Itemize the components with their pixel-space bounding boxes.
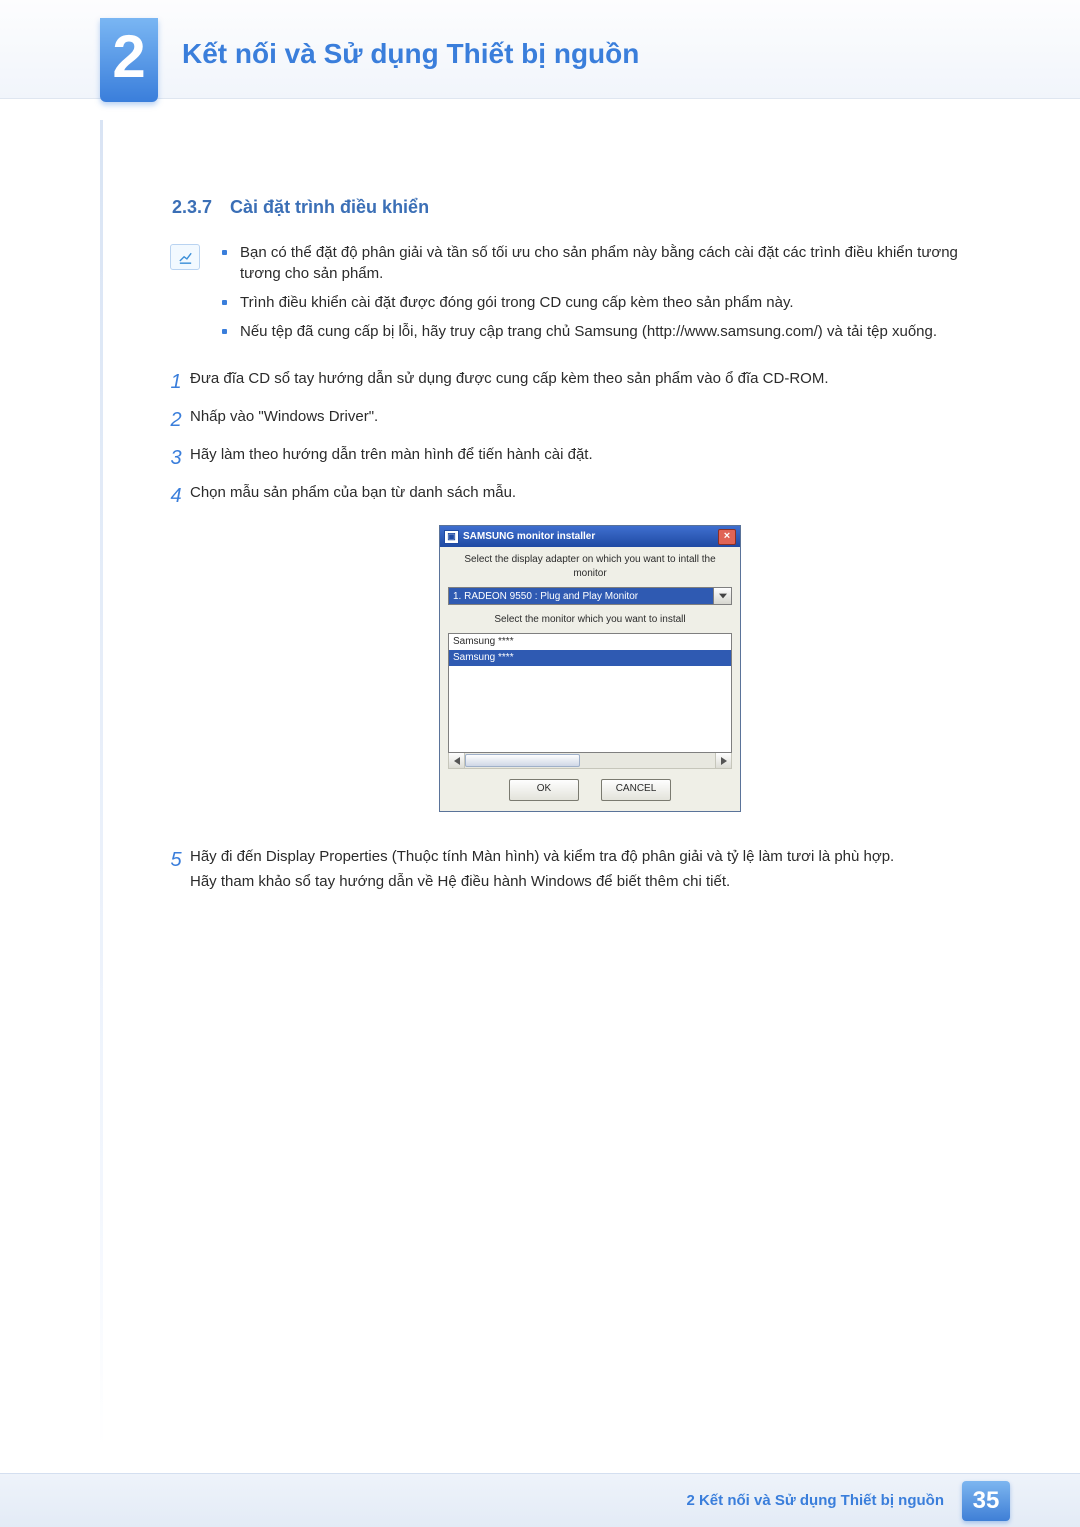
- content-area: 2.3.7 Cài đặt trình điều khiển Bạn có thể…: [170, 99, 990, 892]
- left-vertical-rule: [100, 120, 103, 1449]
- ok-button[interactable]: OK: [509, 779, 579, 801]
- step-text: Đưa đĩa CD sổ tay hướng dẫn sử dụng được…: [190, 368, 990, 389]
- step-number: 1: [162, 368, 190, 396]
- step-text: Hãy làm theo hướng dẫn trên màn hình để …: [190, 444, 990, 465]
- page-number-badge: 35: [962, 1481, 1010, 1521]
- step-body: Hãy đi đến Display Properties (Thuộc tín…: [190, 846, 990, 892]
- scroll-right-button[interactable]: [715, 753, 731, 768]
- chapter-number-badge: 2: [100, 18, 158, 102]
- step-number: 5: [162, 846, 190, 874]
- note-icon: [170, 244, 200, 270]
- app-icon: ▣: [444, 530, 459, 544]
- section-heading: 2.3.7 Cài đặt trình điều khiển: [172, 195, 990, 220]
- monitor-label: Select the monitor which you want to ins…: [448, 613, 732, 627]
- adapter-combobox[interactable]: 1. RADEON 9550 : Plug and Play Monitor: [448, 587, 732, 605]
- info-bullet-item: Trình điều khiển cài đặt được đóng gói t…: [222, 292, 990, 313]
- list-item-selected[interactable]: Samsung ****: [449, 650, 731, 666]
- section-title: Cài đặt trình điều khiển: [230, 197, 429, 217]
- section-number: 2.3.7: [172, 197, 212, 217]
- step-number: 4: [162, 482, 190, 510]
- adapter-selected-value: 1. RADEON 9550 : Plug and Play Monitor: [448, 587, 713, 605]
- info-bullet-item: Nếu tệp đã cung cấp bị lỗi, hãy truy cập…: [222, 321, 990, 342]
- step-number: 2: [162, 406, 190, 434]
- adapter-label: Select the display adapter on which you …: [448, 553, 732, 581]
- step-item: 4 Chọn mẫu sản phẩm của bạn từ danh sách…: [162, 482, 990, 836]
- horizontal-scrollbar[interactable]: [448, 753, 732, 769]
- info-note-block: Bạn có thể đặt độ phân giải và tần số tố…: [170, 242, 990, 350]
- step-body: Chọn mẫu sản phẩm của bạn từ danh sách m…: [190, 482, 990, 836]
- step-number: 3: [162, 444, 190, 472]
- step-item: 3 Hãy làm theo hướng dẫn trên màn hình đ…: [162, 444, 990, 472]
- dialog-title-text: SAMSUNG monitor installer: [463, 530, 595, 544]
- step-item: 2 Nhấp vào "Windows Driver".: [162, 406, 990, 434]
- chevron-down-icon: [719, 593, 727, 599]
- chevron-left-icon: [454, 757, 460, 765]
- step-item: 5 Hãy đi đến Display Properties (Thuộc t…: [162, 846, 990, 892]
- monitor-listbox[interactable]: Samsung **** Samsung ****: [448, 633, 732, 753]
- page-footer: 2 Kết nối và Sử dụng Thiết bị nguồn 35: [0, 1473, 1080, 1527]
- list-item[interactable]: Samsung ****: [449, 634, 731, 650]
- step-text: Chọn mẫu sản phẩm của bạn từ danh sách m…: [190, 482, 990, 503]
- scroll-left-button[interactable]: [449, 753, 465, 768]
- footer-chapter-label: 2 Kết nối và Sử dụng Thiết bị nguồn: [686, 1490, 944, 1511]
- steps-list: 1 Đưa đĩa CD sổ tay hướng dẫn sử dụng đư…: [162, 368, 990, 892]
- info-bullet-item: Bạn có thể đặt độ phân giải và tần số tố…: [222, 242, 990, 284]
- dialog-titlebar[interactable]: ▣ SAMSUNG monitor installer ×: [440, 526, 740, 547]
- dropdown-arrow-button[interactable]: [713, 587, 732, 605]
- step-text: Nhấp vào "Windows Driver".: [190, 406, 990, 427]
- page-header: 2 Kết nối và Sử dụng Thiết bị nguồn: [0, 0, 1080, 99]
- close-button[interactable]: ×: [718, 529, 736, 545]
- installer-dialog: ▣ SAMSUNG monitor installer × Select the…: [439, 525, 741, 812]
- step-text: Hãy đi đến Display Properties (Thuộc tín…: [190, 846, 990, 867]
- info-bullet-list: Bạn có thể đặt độ phân giải và tần số tố…: [222, 242, 990, 350]
- scroll-thumb[interactable]: [465, 754, 580, 767]
- close-icon: ×: [724, 531, 730, 542]
- scroll-track[interactable]: [465, 753, 715, 768]
- cancel-button[interactable]: CANCEL: [601, 779, 671, 801]
- step-text-extra: Hãy tham khảo sổ tay hướng dẫn về Hệ điề…: [190, 871, 990, 892]
- page: 2 Kết nối và Sử dụng Thiết bị nguồn 2.3.…: [0, 0, 1080, 1527]
- chapter-title: Kết nối và Sử dụng Thiết bị nguồn: [182, 34, 639, 73]
- chevron-right-icon: [721, 757, 727, 765]
- step-item: 1 Đưa đĩa CD sổ tay hướng dẫn sử dụng đư…: [162, 368, 990, 396]
